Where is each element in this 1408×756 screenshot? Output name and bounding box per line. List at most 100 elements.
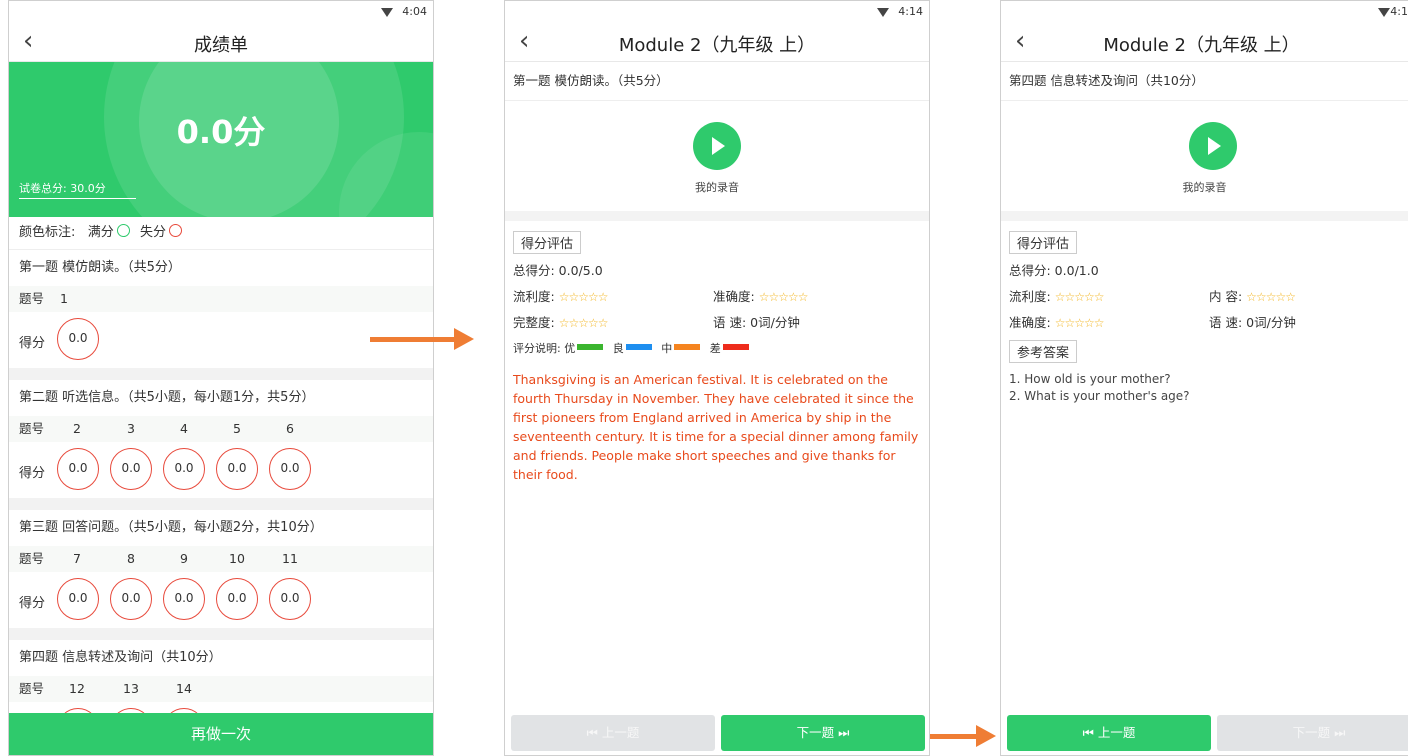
- question-title: 第一题 模仿朗读。（共5分）: [505, 62, 929, 101]
- question-number: 7: [73, 551, 81, 566]
- arrow-right-icon: [930, 725, 996, 747]
- eval-row: 流利度: ☆☆☆☆☆ 内 容: ☆☆☆☆☆: [1001, 284, 1408, 310]
- question-numbers: 题号 7 8 9 10 11: [9, 546, 433, 572]
- nav-bar: ‹ 成绩单: [9, 25, 433, 62]
- eval-row: 完整度: ☆☆☆☆☆ 语 速: 0词/分钟: [505, 310, 929, 336]
- eval-tag: 得分评估: [513, 231, 582, 254]
- rating-bar: [722, 344, 749, 350]
- speed-label: 语 速:: [1209, 315, 1243, 330]
- total-score: 总得分: 0.0/5.0: [513, 263, 603, 278]
- question-numbers: 题号 1: [9, 286, 433, 312]
- next-question-button[interactable]: 下一题 ⏭: [721, 715, 925, 751]
- rating-legend: 评分说明: 优 良 中 差: [505, 336, 929, 362]
- completeness-label: 完整度:: [513, 315, 555, 330]
- question-number: 9: [180, 551, 188, 566]
- rating-level: 良: [612, 342, 624, 355]
- rating-bar: [625, 344, 652, 350]
- question-number: 12: [69, 681, 85, 696]
- star-rating: ☆☆☆☆☆: [1054, 290, 1105, 304]
- eval-row: 流利度: ☆☆☆☆☆ 准确度: ☆☆☆☆☆: [505, 284, 929, 310]
- rating-level: 差: [709, 342, 721, 355]
- num-label: 题号: [19, 681, 45, 696]
- question-number: 3: [127, 421, 135, 436]
- score-banner: 0.0分 试卷总分: 30.0分: [9, 62, 433, 217]
- num-label: 题号: [19, 421, 45, 436]
- accuracy-label: 准确度:: [713, 289, 755, 304]
- num-label: 题号: [19, 291, 45, 306]
- score-circle[interactable]: 0.0: [216, 448, 258, 490]
- question-title: 第四题 信息转述及询问（共10分）: [1001, 62, 1408, 101]
- section-title: 第二题 听选信息。（共5小题，每小题1分，共5分）: [19, 390, 315, 405]
- score-circle[interactable]: 0.0: [269, 448, 311, 490]
- rating-label: 评分说明:: [513, 342, 561, 355]
- recording-area: 我的录音: [505, 101, 929, 221]
- score-label: 得分: [19, 466, 46, 481]
- score-circle[interactable]: 0.0: [57, 318, 99, 360]
- score-circle[interactable]: 0.0: [57, 448, 99, 490]
- question-number: 8: [127, 551, 135, 566]
- question-number: 11: [282, 551, 298, 566]
- question-scores: 得分 0.0 0.0 0.0 0.0 0.0: [9, 572, 433, 628]
- nav-bar: ‹ Module 2（九年级 上）: [1001, 25, 1408, 62]
- speed-label: 语 速:: [713, 315, 747, 330]
- wifi-icon: [381, 8, 393, 17]
- score-circle[interactable]: 0.0: [110, 448, 152, 490]
- eval-row: 准确度: ☆☆☆☆☆ 语 速: 0词/分钟: [1001, 310, 1408, 336]
- answer-tag: 参考答案: [1009, 340, 1078, 363]
- paper-total: 试卷总分: 30.0分: [19, 180, 136, 199]
- arrow-right-icon: [370, 328, 474, 350]
- score-circle[interactable]: 0.0: [163, 448, 205, 490]
- question-number: 2: [73, 421, 81, 436]
- score-circle[interactable]: 0.0: [163, 578, 205, 620]
- status-time: 4:14: [898, 5, 923, 18]
- question-number: 13: [123, 681, 139, 696]
- section-title: 第一题 模仿朗读。（共5分）: [19, 260, 181, 275]
- question-number: 4: [180, 421, 188, 436]
- score-circle[interactable]: 0.0: [110, 578, 152, 620]
- wifi-icon: [1378, 8, 1390, 17]
- redo-button[interactable]: 再做一次: [9, 713, 433, 755]
- score-label: 得分: [19, 596, 46, 611]
- play-icon[interactable]: [693, 122, 741, 170]
- question-number: 6: [286, 421, 294, 436]
- prev-question-button[interactable]: ⏮ 上一题: [511, 715, 715, 751]
- passage-text: Thanksgiving is an American festival. It…: [513, 372, 919, 482]
- page-title: Module 2（九年级 上）: [1103, 35, 1300, 56]
- question-numbers: 题号 12 13 14: [9, 676, 433, 702]
- section-title: 第三题 回答问题。（共5小题，每小题2分，共10分）: [19, 520, 323, 535]
- question-number: 1: [60, 291, 68, 306]
- prev-question-button[interactable]: ⏮ 上一题: [1007, 715, 1211, 751]
- status-bar: 4:04: [9, 1, 433, 25]
- speed-value: 0词/分钟: [750, 315, 800, 330]
- play-icon[interactable]: [1189, 122, 1237, 170]
- report-screen: 4:04 ‹ 成绩单 0.0分 试卷总分: 30.0分 颜色标注: 满分 失分 …: [8, 0, 434, 756]
- status-bar: 4:1: [1001, 1, 1408, 25]
- score-circle[interactable]: 0.0: [269, 578, 311, 620]
- question-number: 14: [176, 681, 192, 696]
- rating-level: 优: [564, 342, 576, 355]
- answer-line: 2. What is your mother's age?: [1009, 389, 1190, 403]
- red-circle-icon: [168, 224, 182, 237]
- score-circle[interactable]: 0.0: [57, 578, 99, 620]
- color-legend: 颜色标注: 满分 失分: [9, 217, 433, 250]
- star-rating: ☆☆☆☆☆: [758, 290, 809, 304]
- star-rating: ☆☆☆☆☆: [558, 290, 609, 304]
- question-numbers: 题号 2 3 4 5 6: [9, 416, 433, 442]
- section-title: 第四题 信息转述及询问（共10分）: [19, 650, 222, 665]
- question-detail-screen-4: 4:1 ‹ Module 2（九年级 上） 第四题 信息转述及询问（共10分） …: [1000, 0, 1408, 756]
- score-label: 得分: [19, 336, 46, 351]
- next-question-button[interactable]: 下一题 ⏭: [1217, 715, 1408, 751]
- question-scores: 得分 0.0 0.0 0.0 0.0 0.0: [9, 442, 433, 498]
- answer-line: 1. How old is your mother?: [1009, 372, 1171, 386]
- speed-value: 0词/分钟: [1246, 315, 1296, 330]
- page-title: Module 2（九年级 上）: [618, 35, 816, 56]
- question-nav: ⏮ 上一题 下一题 ⏭: [505, 715, 929, 751]
- score-circle[interactable]: 0.0: [216, 578, 258, 620]
- status-time: 4:1: [1390, 5, 1408, 18]
- question-number: 5: [233, 421, 241, 436]
- status-time: 4:04: [402, 5, 427, 18]
- total-score: 0.0分: [176, 113, 266, 151]
- my-recording-label: 我的录音: [1182, 181, 1227, 194]
- total-score: 总得分: 0.0/1.0: [1009, 263, 1099, 278]
- num-label: 题号: [19, 551, 45, 566]
